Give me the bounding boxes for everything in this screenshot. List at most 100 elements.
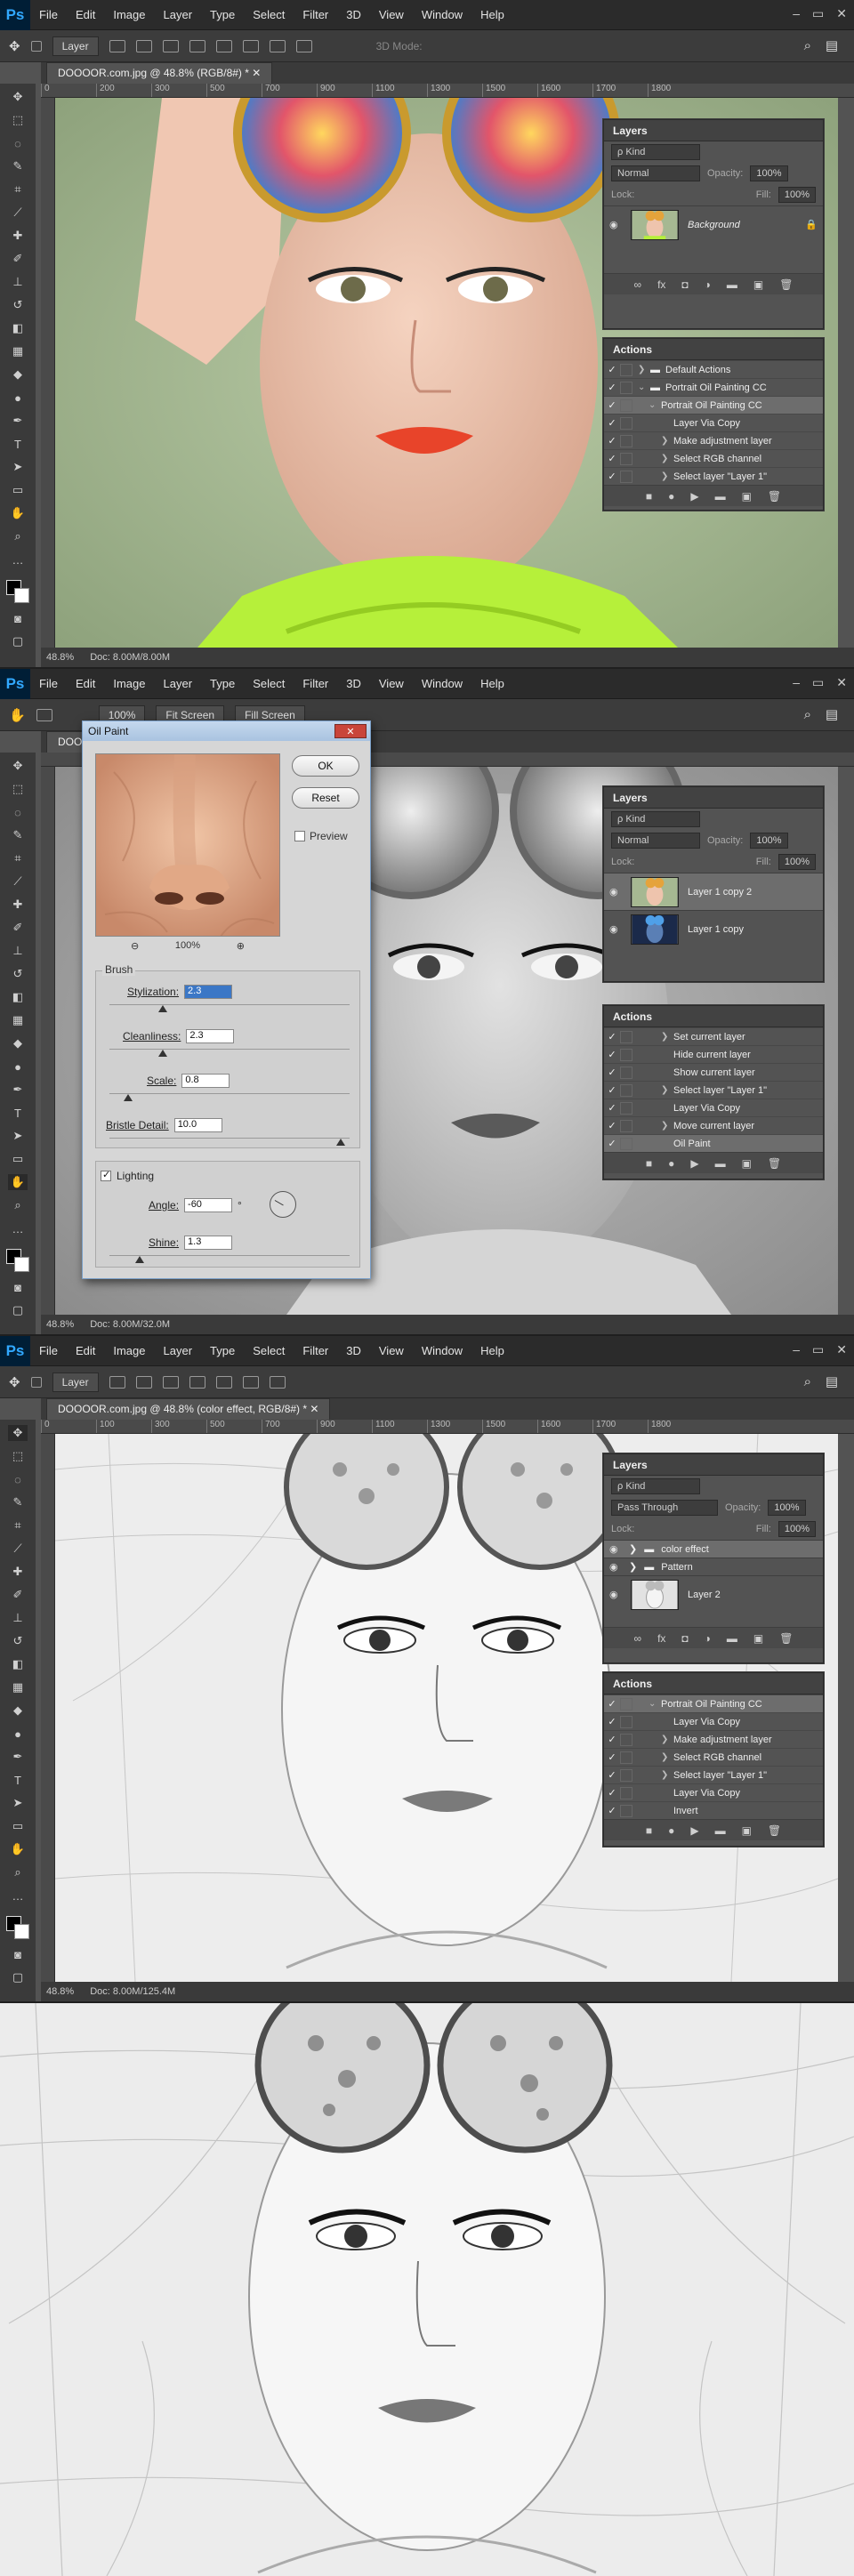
rectangle-tool-icon[interactable]: ▭ (8, 482, 28, 498)
expand-icon[interactable]: ❯ (661, 1770, 673, 1780)
action-item[interactable]: ✓ Invert (604, 1801, 823, 1819)
history-brush-icon[interactable]: ↺ (8, 966, 28, 982)
play-icon[interactable]: ▶ (690, 1157, 698, 1170)
check-icon[interactable]: ✓ (604, 417, 620, 429)
align-center-icon[interactable] (242, 39, 259, 52)
eye-icon[interactable]: ◉ (609, 923, 622, 935)
dialog-toggle[interactable] (620, 1030, 632, 1043)
check-icon[interactable]: ✓ (604, 1734, 620, 1745)
action-item[interactable]: ✓ Hide current layer (604, 1045, 823, 1063)
new-action-icon[interactable]: ▣ (742, 1157, 752, 1170)
dialog-toggle[interactable] (620, 434, 632, 447)
delete-action-icon[interactable]: 🗑 (768, 1157, 781, 1170)
more-tools-icon[interactable]: … (8, 551, 28, 568)
action-item[interactable]: ✓ ❯ Move current layer (604, 1116, 823, 1134)
align-bottom-icon[interactable] (189, 1375, 205, 1389)
shine-slider[interactable] (109, 1255, 350, 1263)
menu-window[interactable]: Window (413, 677, 471, 690)
gradient-tool-icon[interactable]: ▦ (8, 1012, 28, 1028)
menu-type[interactable]: Type (201, 8, 244, 21)
healing-brush-icon[interactable]: ✚ (8, 228, 28, 244)
menu-window[interactable]: Window (413, 1344, 471, 1357)
dialog-titlebar[interactable]: Oil Paint ✕ (83, 721, 370, 741)
auto-select-dropdown[interactable]: Layer (52, 36, 99, 56)
workspace-icon[interactable]: ▤ (826, 706, 838, 722)
expand-icon[interactable]: ⌄ (649, 1699, 661, 1709)
dialog-toggle[interactable] (620, 470, 632, 483)
expand-icon[interactable]: ❯ (661, 1121, 673, 1131)
check-icon[interactable]: ✓ (604, 1120, 620, 1131)
dodge-tool-icon[interactable]: ● (8, 1726, 28, 1742)
auto-select-dropdown[interactable]: Layer (52, 1372, 99, 1392)
fill-field[interactable]: 100% (777, 854, 816, 870)
clone-stamp-icon[interactable]: ⊥ (8, 943, 28, 959)
menu-filter[interactable]: Filter (294, 8, 337, 21)
stop-icon[interactable]: ■ (646, 1824, 652, 1837)
menu-3d[interactable]: 3D (337, 677, 370, 690)
stylization-slider-thumb[interactable] (157, 1005, 167, 1012)
menu-edit[interactable]: Edit (67, 677, 104, 690)
eyedropper-tool-icon[interactable]: ⟋ (8, 205, 28, 221)
check-icon[interactable]: ✓ (604, 1084, 620, 1096)
filter-preview[interactable] (95, 753, 280, 937)
pen-tool-icon[interactable]: ✒ (8, 1749, 28, 1765)
quick-mask-icon[interactable]: ◙ (8, 610, 28, 626)
dialog-toggle[interactable] (620, 1137, 632, 1150)
check-icon[interactable]: ✓ (604, 1805, 620, 1816)
lasso-tool-icon[interactable]: ◌ (8, 804, 28, 820)
zoom-level[interactable]: 48.8% (46, 1986, 74, 1997)
document-tab[interactable]: DOOOOR.com.jpg @ 48.8% (color effect, RG… (46, 1398, 331, 1420)
new-set-icon[interactable]: ▬ (715, 1157, 726, 1170)
expand-icon[interactable]: ⌄ (638, 382, 650, 392)
dialog-toggle[interactable] (620, 1733, 632, 1746)
close-icon[interactable]: ✕ (836, 1342, 847, 1357)
move-tool-icon[interactable]: ✥ (8, 758, 28, 774)
check-icon[interactable]: ✓ (604, 1751, 620, 1763)
add-mask-icon[interactable]: ◘ (681, 1632, 688, 1645)
action-item[interactable]: ✓ ❯ Set current layer (604, 1027, 823, 1045)
dialog-toggle[interactable] (620, 1768, 632, 1782)
layer-kind-filter[interactable]: ρ Kind (611, 1478, 700, 1494)
check-icon[interactable]: ✓ (604, 1787, 620, 1799)
eye-icon[interactable]: ◉ (609, 886, 622, 898)
check-icon[interactable]: ✓ (604, 1716, 620, 1727)
hand-tool-icon[interactable]: ✋ (8, 1174, 28, 1190)
distribute-icon[interactable] (295, 39, 312, 52)
align-left-icon[interactable] (215, 39, 232, 52)
bristle-detail-input[interactable]: 10.0 (173, 1118, 222, 1132)
layers-panel-title[interactable]: Layers (604, 787, 823, 809)
expand-icon[interactable]: ❯ (661, 1752, 673, 1762)
menu-image[interactable]: Image (104, 1344, 154, 1357)
menu-file[interactable]: File (30, 8, 67, 21)
angle-dial[interactable] (270, 1191, 296, 1218)
align-left-icon[interactable] (215, 1375, 232, 1389)
fx-icon[interactable]: fx (657, 1632, 665, 1645)
layer-group-row[interactable]: ◉ ❯ ▬ Pattern (604, 1558, 823, 1575)
align-top-icon[interactable] (135, 39, 152, 52)
document-size[interactable]: Doc: 8.00M/8.00M (90, 652, 170, 663)
new-layer-icon[interactable]: ▣ (753, 278, 763, 291)
action-item[interactable]: ✓ Layer Via Copy (604, 1783, 823, 1801)
action-item[interactable]: ✓ ❯ Select RGB channel (604, 449, 823, 467)
menu-select[interactable]: Select (244, 8, 294, 21)
align-right-icon[interactable] (269, 1375, 286, 1389)
preview-toggle[interactable]: Preview (294, 830, 348, 842)
record-icon[interactable]: ● (668, 1824, 674, 1837)
opacity-field[interactable]: 100% (768, 1500, 806, 1516)
lighting-checkbox[interactable] (101, 1169, 111, 1181)
menu-3d[interactable]: 3D (337, 1344, 370, 1357)
eraser-tool-icon[interactable]: ◧ (8, 320, 28, 336)
screen-mode-icon[interactable]: ▢ (8, 1969, 28, 1985)
minimize-icon[interactable]: – (793, 1342, 800, 1357)
marquee-tool-icon[interactable]: ⬚ (8, 781, 28, 797)
rectangle-tool-icon[interactable]: ▭ (8, 1151, 28, 1167)
new-layer-icon[interactable]: ▣ (753, 1632, 763, 1645)
gradient-tool-icon[interactable]: ▦ (8, 1679, 28, 1695)
play-icon[interactable]: ▶ (690, 490, 698, 503)
link-layers-icon[interactable]: ∞ (634, 1632, 642, 1645)
blur-tool-icon[interactable]: ◆ (8, 366, 28, 382)
record-icon[interactable]: ● (668, 1157, 674, 1170)
brush-tool-icon[interactable]: ✐ (8, 1587, 28, 1603)
expand-icon[interactable]: ❯ (661, 1085, 673, 1095)
stylization-input[interactable]: 2.3 (184, 985, 233, 999)
